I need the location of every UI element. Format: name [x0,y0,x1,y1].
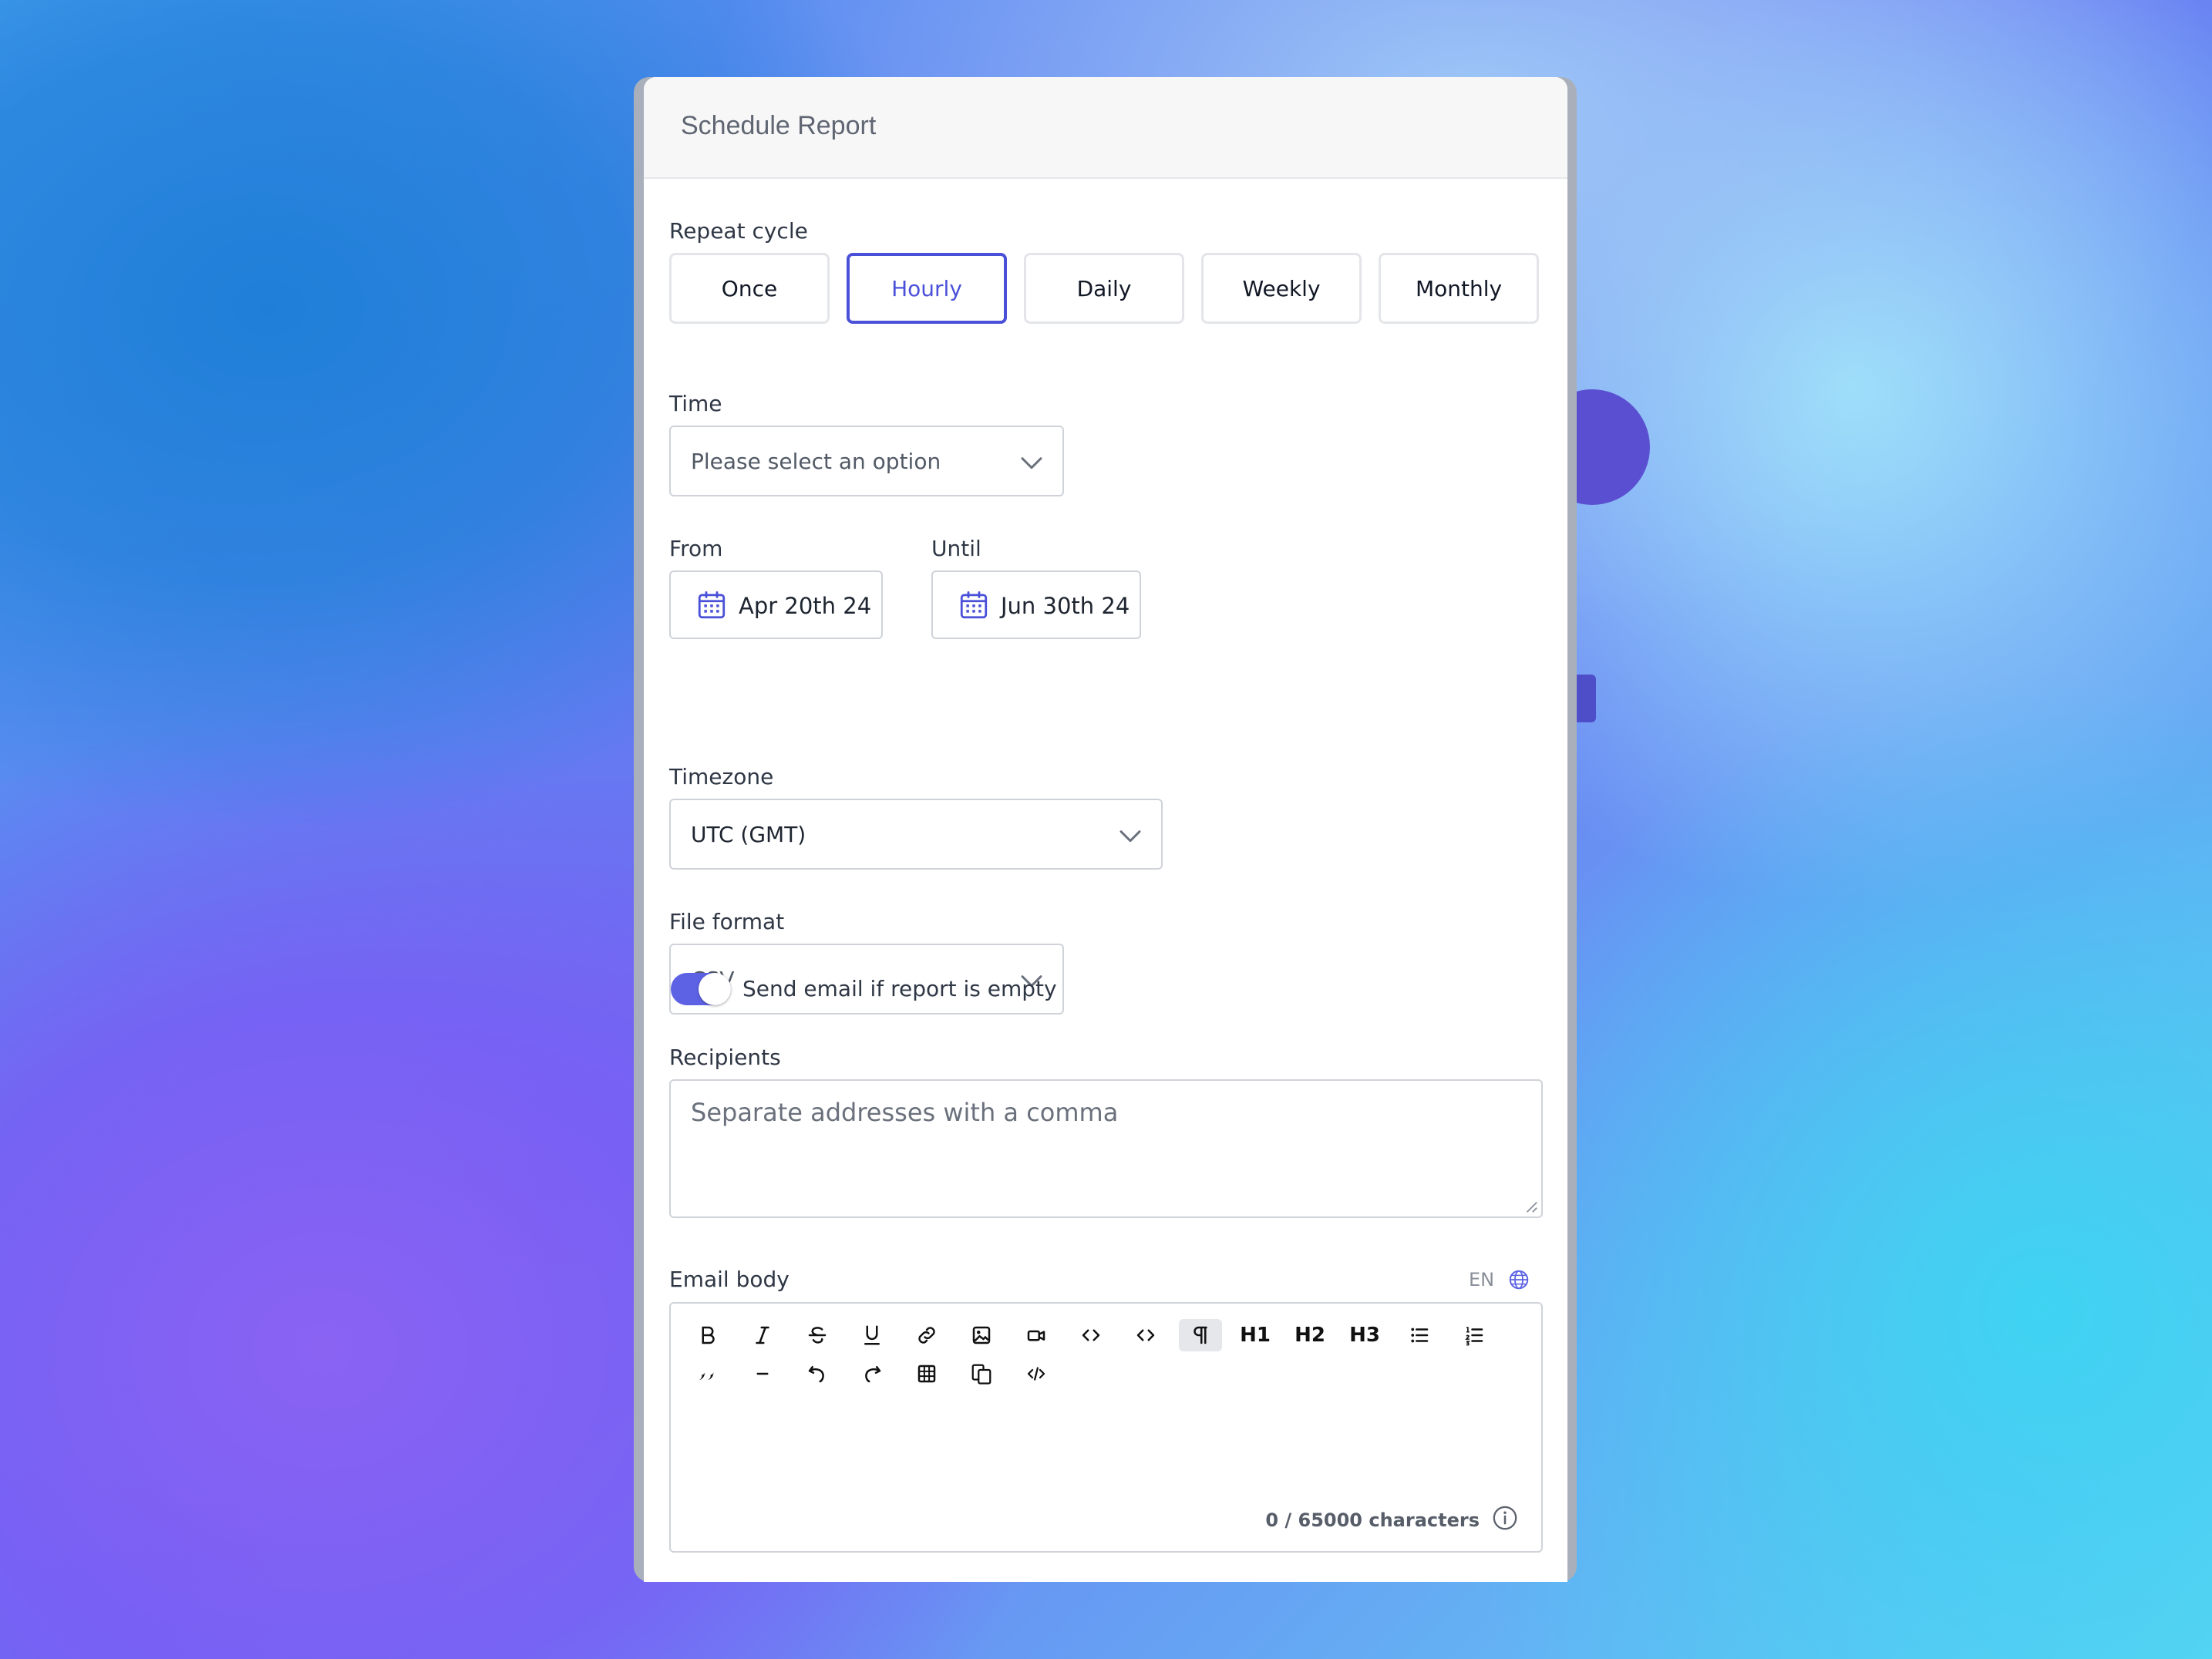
cycle-once-button[interactable]: Once [669,253,830,324]
undo-icon[interactable] [796,1358,839,1390]
table-icon[interactable] [905,1358,948,1390]
cycle-hourly-button[interactable]: Hourly [847,253,1007,324]
time-select[interactable]: Please select an option [669,426,1064,496]
strikethrough-icon[interactable] [796,1319,839,1351]
horizontal-rule-icon[interactable] [741,1358,784,1390]
from-date-input[interactable]: Apr 20th 24 [669,570,883,639]
until-label: Until [931,536,981,561]
language-code[interactable]: EN [1469,1269,1494,1291]
calendar-icon [698,591,726,619]
modal-title: Schedule Report [681,111,877,140]
time-label: Time [669,391,722,416]
character-counter: 0 / 65000 characters [1265,1509,1480,1531]
chevron-down-icon [1021,457,1042,469]
timezone-value: UTC (GMT) [691,822,806,847]
redo-icon[interactable] [850,1358,894,1390]
globe-icon[interactable] [1507,1268,1530,1291]
recipients-label: Recipients [669,1045,781,1070]
image-icon[interactable] [960,1319,1003,1351]
bullet-list-icon[interactable] [1398,1319,1441,1351]
heading-1-button[interactable]: H1 [1234,1319,1277,1351]
send-empty-toggle[interactable] [671,973,731,1005]
repeat-cycle-label: Repeat cycle [669,218,808,244]
until-date-input[interactable]: Jun 30th 24 [931,570,1141,639]
code-icon[interactable] [1069,1319,1113,1351]
ordered-list-icon[interactable] [1453,1319,1496,1351]
paragraph-icon[interactable] [1179,1319,1222,1351]
quote-icon[interactable] [686,1358,729,1390]
video-icon[interactable] [1015,1319,1058,1351]
info-icon[interactable] [1492,1505,1518,1531]
source-code-icon[interactable] [1015,1358,1058,1390]
toggle-knob [699,973,731,1005]
heading-2-button[interactable]: H2 [1288,1319,1332,1351]
timezone-label: Timezone [669,764,774,789]
send-empty-label: Send email if report is empty [742,976,1057,1001]
email-body-label: Email body [669,1267,790,1292]
time-placeholder: Please select an option [691,449,941,474]
from-date-value: Apr 20th 24 [739,593,872,619]
file-format-label: File format [669,909,785,934]
recipients-textarea[interactable]: Separate addresses with a comma [669,1079,1543,1218]
link-icon[interactable] [905,1319,948,1351]
schedule-report-modal: Schedule Report Repeat cycle Once Hourly… [644,77,1567,1582]
code-block-icon[interactable] [1124,1319,1167,1351]
underline-icon[interactable] [850,1319,894,1351]
from-label: From [669,536,723,561]
modal-header: Schedule Report [644,77,1567,179]
recipients-placeholder: Separate addresses with a comma [691,1098,1119,1127]
paste-icon[interactable] [960,1358,1003,1390]
heading-3-button[interactable]: H3 [1343,1319,1386,1351]
bold-icon[interactable] [686,1319,729,1351]
calendar-icon [960,591,988,619]
timezone-select[interactable]: UTC (GMT) [669,799,1163,870]
until-date-value: Jun 30th 24 [1001,593,1130,619]
cycle-monthly-button[interactable]: Monthly [1379,253,1539,324]
chevron-down-icon [1119,830,1141,843]
cycle-weekly-button[interactable]: Weekly [1201,253,1362,324]
resize-handle-icon[interactable] [1524,1200,1538,1213]
email-body-editor[interactable]: H1 H2 H3 0 / 65000 characters [669,1302,1543,1553]
cycle-daily-button[interactable]: Daily [1024,253,1184,324]
italic-icon[interactable] [741,1319,784,1351]
